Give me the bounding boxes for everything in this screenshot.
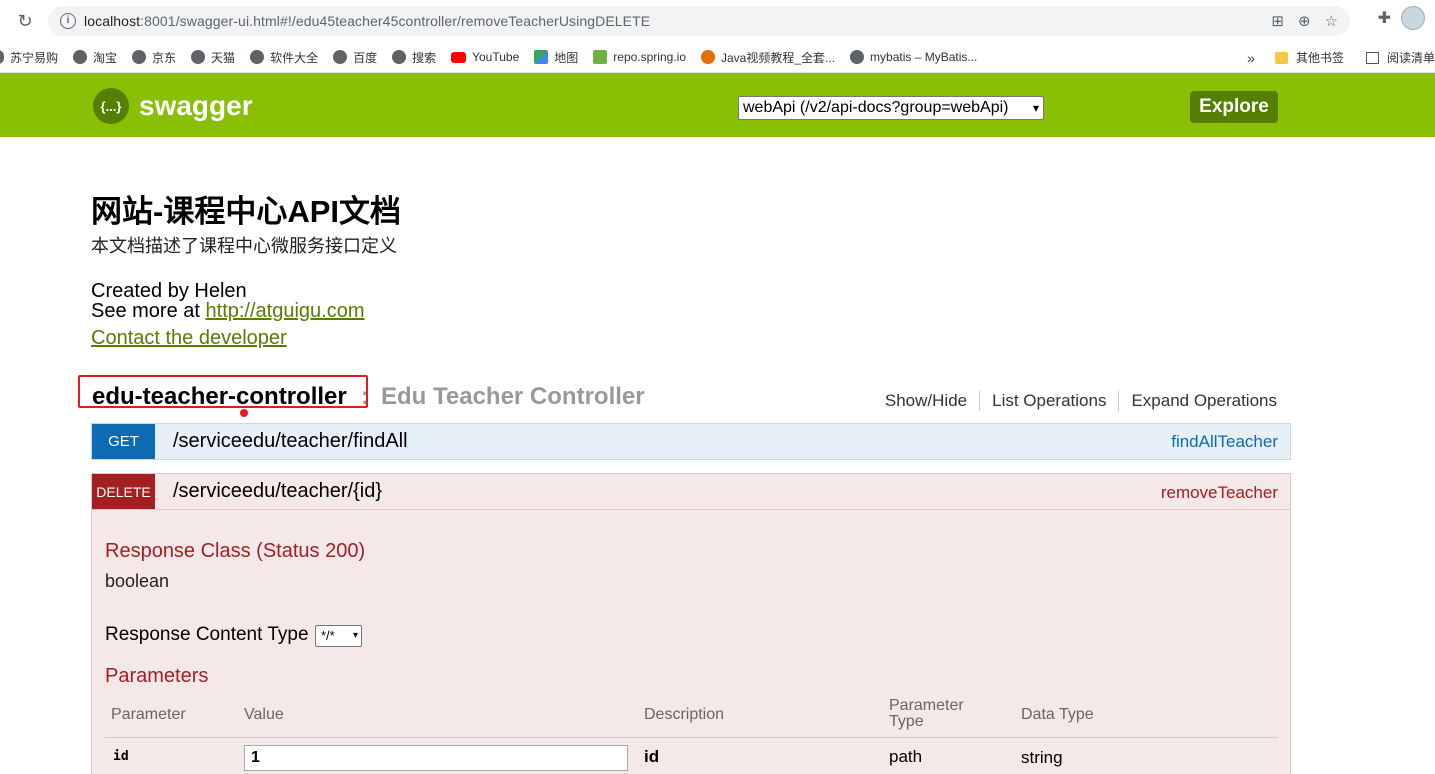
operation-nickname[interactable]: findAllTeacher — [1171, 432, 1278, 452]
param-description: id — [644, 747, 660, 766]
bookmark-mybatis[interactable]: mybatis – MyBatis... — [850, 50, 977, 64]
see-more-link[interactable]: http://atguigu.com — [206, 300, 365, 322]
col-value: Value — [244, 706, 284, 723]
response-class-heading: Response Class (Status 200) — [105, 540, 366, 562]
parameters-heading: Parameters — [105, 665, 209, 687]
bookmark-spring[interactable]: repo.spring.io — [593, 50, 686, 64]
globe-icon — [250, 50, 265, 64]
annotation-highlight-box — [78, 375, 368, 408]
table-row: id 1 id path string — [105, 740, 1278, 774]
resource-description: Edu Teacher Controller — [381, 383, 645, 410]
col-parameter-type: Parameter Type — [889, 697, 964, 730]
other-bookmarks[interactable]: 其他书签 — [1296, 49, 1344, 66]
profile-avatar[interactable] — [1401, 6, 1425, 30]
param-value-input[interactable]: 1 — [244, 745, 628, 771]
bookmark-star-icon[interactable]: ☆ — [1325, 12, 1338, 30]
resource-operations: Show/Hide List Operations Expand Operati… — [873, 391, 1277, 411]
bookmark-baidu[interactable]: 百度 — [333, 49, 377, 66]
http-method-badge[interactable]: GET — [92, 424, 155, 459]
param-name: id — [113, 749, 129, 764]
chevron-down-icon: ▾ — [1032, 101, 1039, 115]
response-content-type-select[interactable]: */* ▾ — [315, 625, 362, 647]
param-data-type: string — [1021, 748, 1063, 767]
show-hide-link[interactable]: Show/Hide — [873, 391, 979, 411]
api-group-select[interactable]: webApi (/v2/api-docs?group=webApi) ▾ — [738, 96, 1044, 120]
created-by: Created by Helen — [91, 280, 247, 302]
translate-icon[interactable]: ⊞ — [1271, 12, 1284, 30]
bookmark-map[interactable]: 地图 — [534, 49, 578, 66]
operation-heading[interactable]: DELETE /serviceedu/teacher/{id} removeTe… — [92, 474, 1290, 510]
chevron-down-icon: ▾ — [352, 630, 358, 641]
spring-icon — [593, 50, 608, 64]
globe-icon — [132, 50, 147, 64]
explore-button[interactable]: Explore — [1190, 91, 1278, 123]
address-bar[interactable]: i localhost:8001/swagger-ui.html#!/edu45… — [48, 6, 1350, 36]
col-parameter: Parameter — [111, 706, 186, 723]
java-icon — [701, 50, 715, 64]
reading-list[interactable]: 阅读清单 — [1387, 49, 1435, 66]
globe-icon — [392, 50, 407, 64]
bookmark-taobao[interactable]: 淘宝 — [73, 49, 117, 66]
reading-list-icon — [1365, 51, 1379, 64]
browser-toolbar: ↻ i localhost:8001/swagger-ui.html#!/edu… — [0, 0, 1435, 42]
api-title: 网站-课程中心API文档 — [91, 194, 401, 229]
bookmark-tmall[interactable]: 天猫 — [191, 49, 235, 66]
bookmark-java[interactable]: Java视频教程_全套... — [701, 49, 835, 66]
bookmark-jd[interactable]: 京东 — [132, 49, 176, 66]
bookmark-suning[interactable]: 苏宁易购 — [0, 49, 58, 66]
http-method-badge[interactable]: DELETE — [92, 474, 155, 509]
swagger-logo-text: swagger — [139, 90, 253, 121]
col-data-type: Data Type — [1021, 706, 1094, 723]
globe-icon — [0, 50, 4, 64]
url-text[interactable]: localhost:8001/swagger-ui.html#!/edu45te… — [84, 13, 650, 29]
api-description: 本文档描述了课程中心微服务接口定义 — [91, 236, 397, 256]
swagger-logo-icon: {...} — [93, 88, 129, 124]
response-type: boolean — [105, 571, 170, 591]
swagger-header: {...} swagger webApi (/v2/api-docs?group… — [0, 73, 1435, 137]
folder-icon — [1274, 51, 1288, 64]
reload-icon[interactable]: ↻ — [10, 6, 40, 36]
bookmark-youtube[interactable]: YouTube — [451, 50, 519, 64]
youtube-icon — [451, 51, 467, 63]
list-operations-link[interactable]: List Operations — [979, 391, 1118, 411]
extensions-icon[interactable]: ✚ — [1378, 8, 1391, 28]
param-type: path — [889, 747, 923, 766]
globe-icon — [333, 50, 348, 64]
site-info-icon[interactable]: i — [60, 13, 76, 29]
operation-path[interactable]: /serviceedu/teacher/{id} — [173, 480, 382, 503]
see-more: See more at http://atguigu.com — [91, 300, 365, 322]
bookmark-search[interactable]: 搜索 — [392, 49, 436, 66]
globe-icon — [191, 50, 206, 64]
operation-path[interactable]: /serviceedu/teacher/findAll — [173, 430, 408, 453]
zoom-icon[interactable]: ⊕ — [1298, 12, 1311, 30]
operation-delete-remove-teacher: DELETE /serviceedu/teacher/{id} removeTe… — [91, 473, 1291, 774]
swagger-logo[interactable]: {...} swagger — [93, 88, 253, 124]
parameters-table-header: Parameter Value Description Parameter Ty… — [105, 696, 1278, 738]
bookmarks-bar: 苏宁易购 淘宝 京东 天猫 软件大全 百度 搜索 YouTube 地图 repo… — [0, 42, 1435, 73]
col-description: Description — [644, 706, 725, 723]
globe-icon — [850, 50, 865, 64]
bookmarks-more-button[interactable]: » — [1247, 50, 1255, 66]
operation-get-find-all[interactable]: GET /serviceedu/teacher/findAll findAllT… — [91, 423, 1291, 460]
globe-icon — [73, 50, 88, 64]
response-content-type-label: Response Content Type — [105, 624, 309, 645]
expand-operations-link[interactable]: Expand Operations — [1118, 391, 1277, 411]
contact-developer-link[interactable]: Contact the developer — [91, 327, 287, 350]
operation-nickname[interactable]: removeTeacher — [1161, 483, 1278, 503]
map-icon — [534, 50, 549, 64]
bookmark-software[interactable]: 软件大全 — [250, 49, 318, 66]
annotation-marker — [240, 409, 248, 417]
